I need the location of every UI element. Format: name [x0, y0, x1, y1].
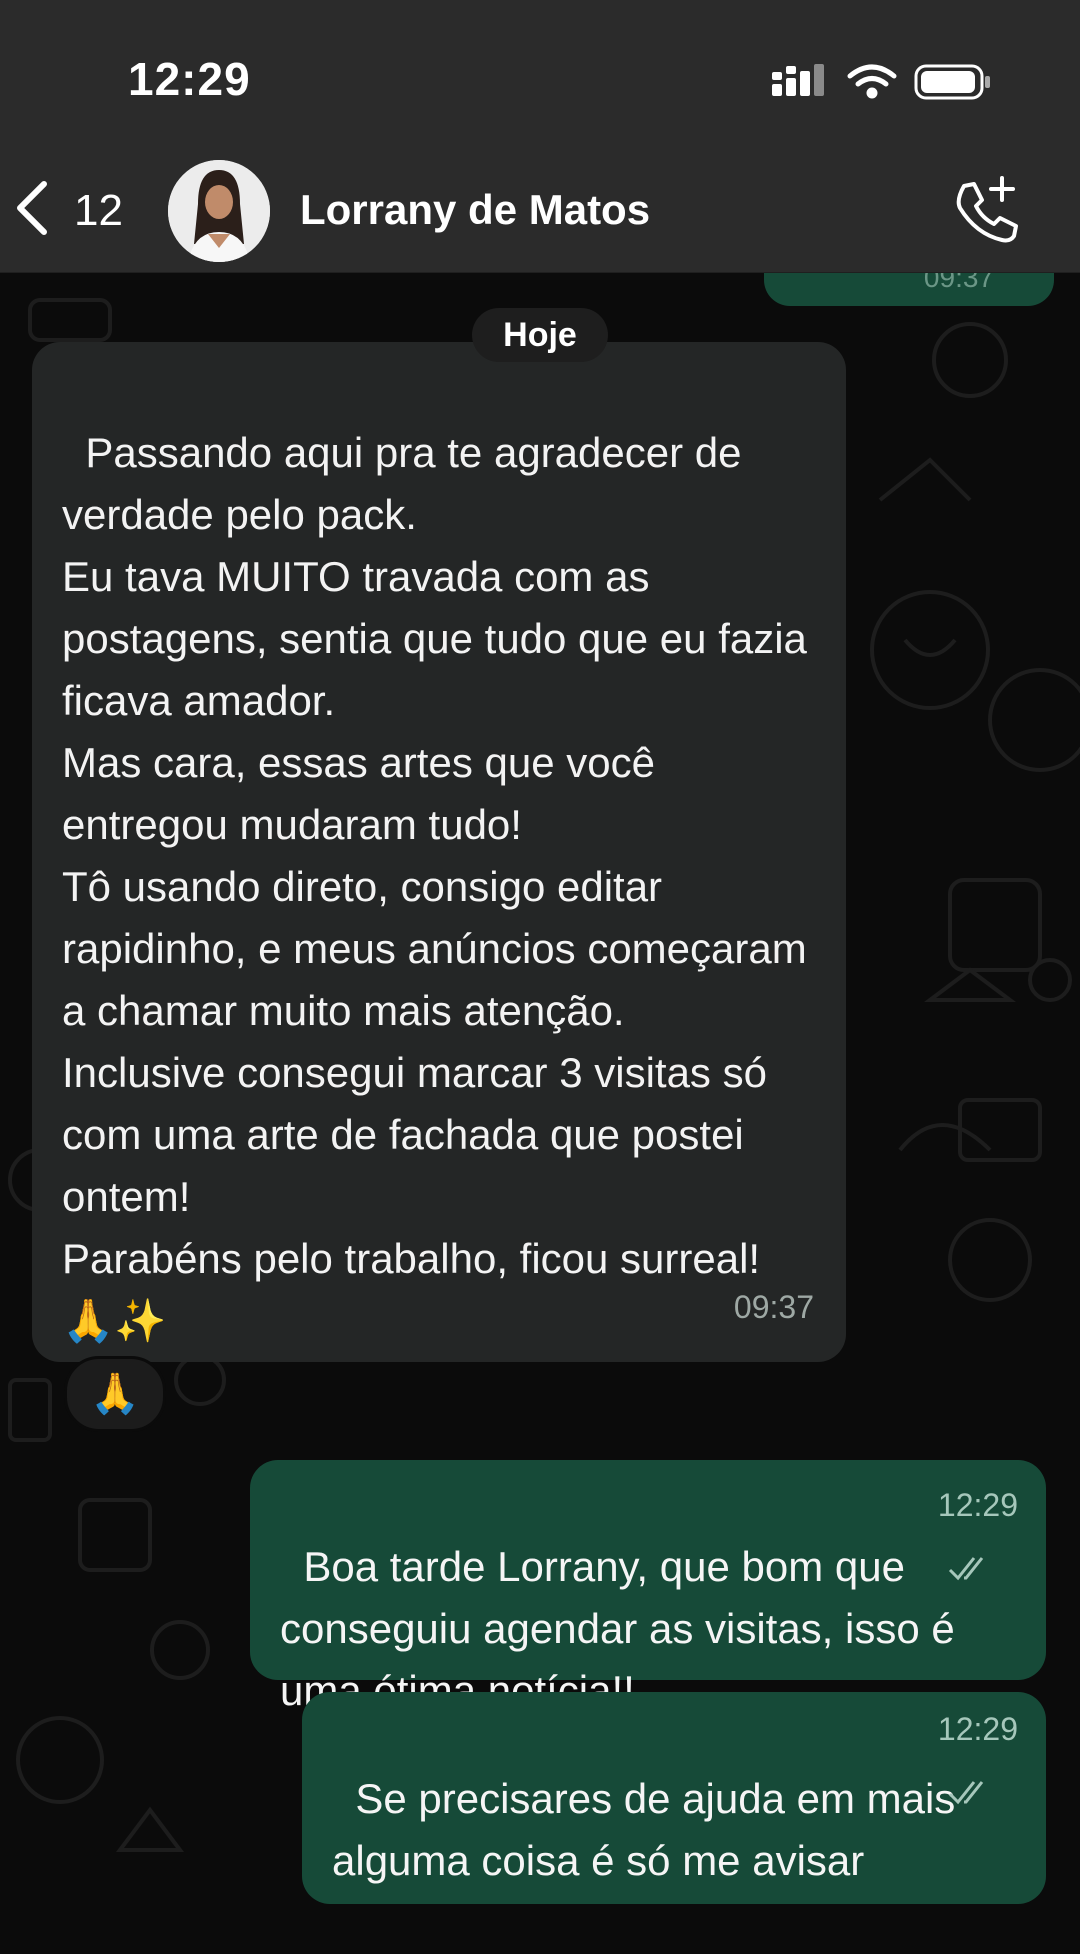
message-bubble-outgoing[interactable]: Se precisares de ajuda em mais alguma co… — [302, 1692, 1046, 1904]
message-time: 12:29 — [937, 1487, 1018, 1523]
message-bubble-incoming[interactable]: Passando aqui pra te agradecer de verdad… — [32, 342, 846, 1362]
wifi-icon — [847, 64, 897, 99]
message-time: 09:37 — [733, 1289, 814, 1325]
message-time: 12:29 — [937, 1711, 1018, 1747]
message-meta: 12:29 — [902, 1412, 1018, 1660]
chevron-left-icon — [17, 181, 47, 235]
chat-header: 12:29 12 Lorrany de Matos — [0, 0, 1080, 273]
status-icons — [772, 64, 990, 100]
battery-icon — [914, 64, 990, 100]
back-button[interactable]: 12 — [12, 178, 132, 248]
contact-name[interactable]: Lorrany de Matos — [300, 186, 650, 234]
message-reaction[interactable]: 🙏 — [64, 1356, 166, 1432]
status-time: 12:29 — [128, 53, 251, 105]
phone-add-icon[interactable] — [950, 176, 1018, 244]
message-text: Passando aqui pra te agradecer de verdad… — [62, 429, 807, 1344]
message-text: Se precisares de ajuda em mais alguma co… — [332, 1775, 967, 1884]
message-meta: 12:29 — [902, 1636, 1018, 1884]
signal-icon — [772, 64, 824, 96]
contact-avatar[interactable] — [168, 160, 270, 262]
read-ticks-icon — [948, 1781, 984, 1805]
day-separator: Hoje — [472, 308, 608, 362]
read-ticks-icon — [948, 1557, 984, 1581]
unread-count: 12 — [74, 186, 123, 235]
